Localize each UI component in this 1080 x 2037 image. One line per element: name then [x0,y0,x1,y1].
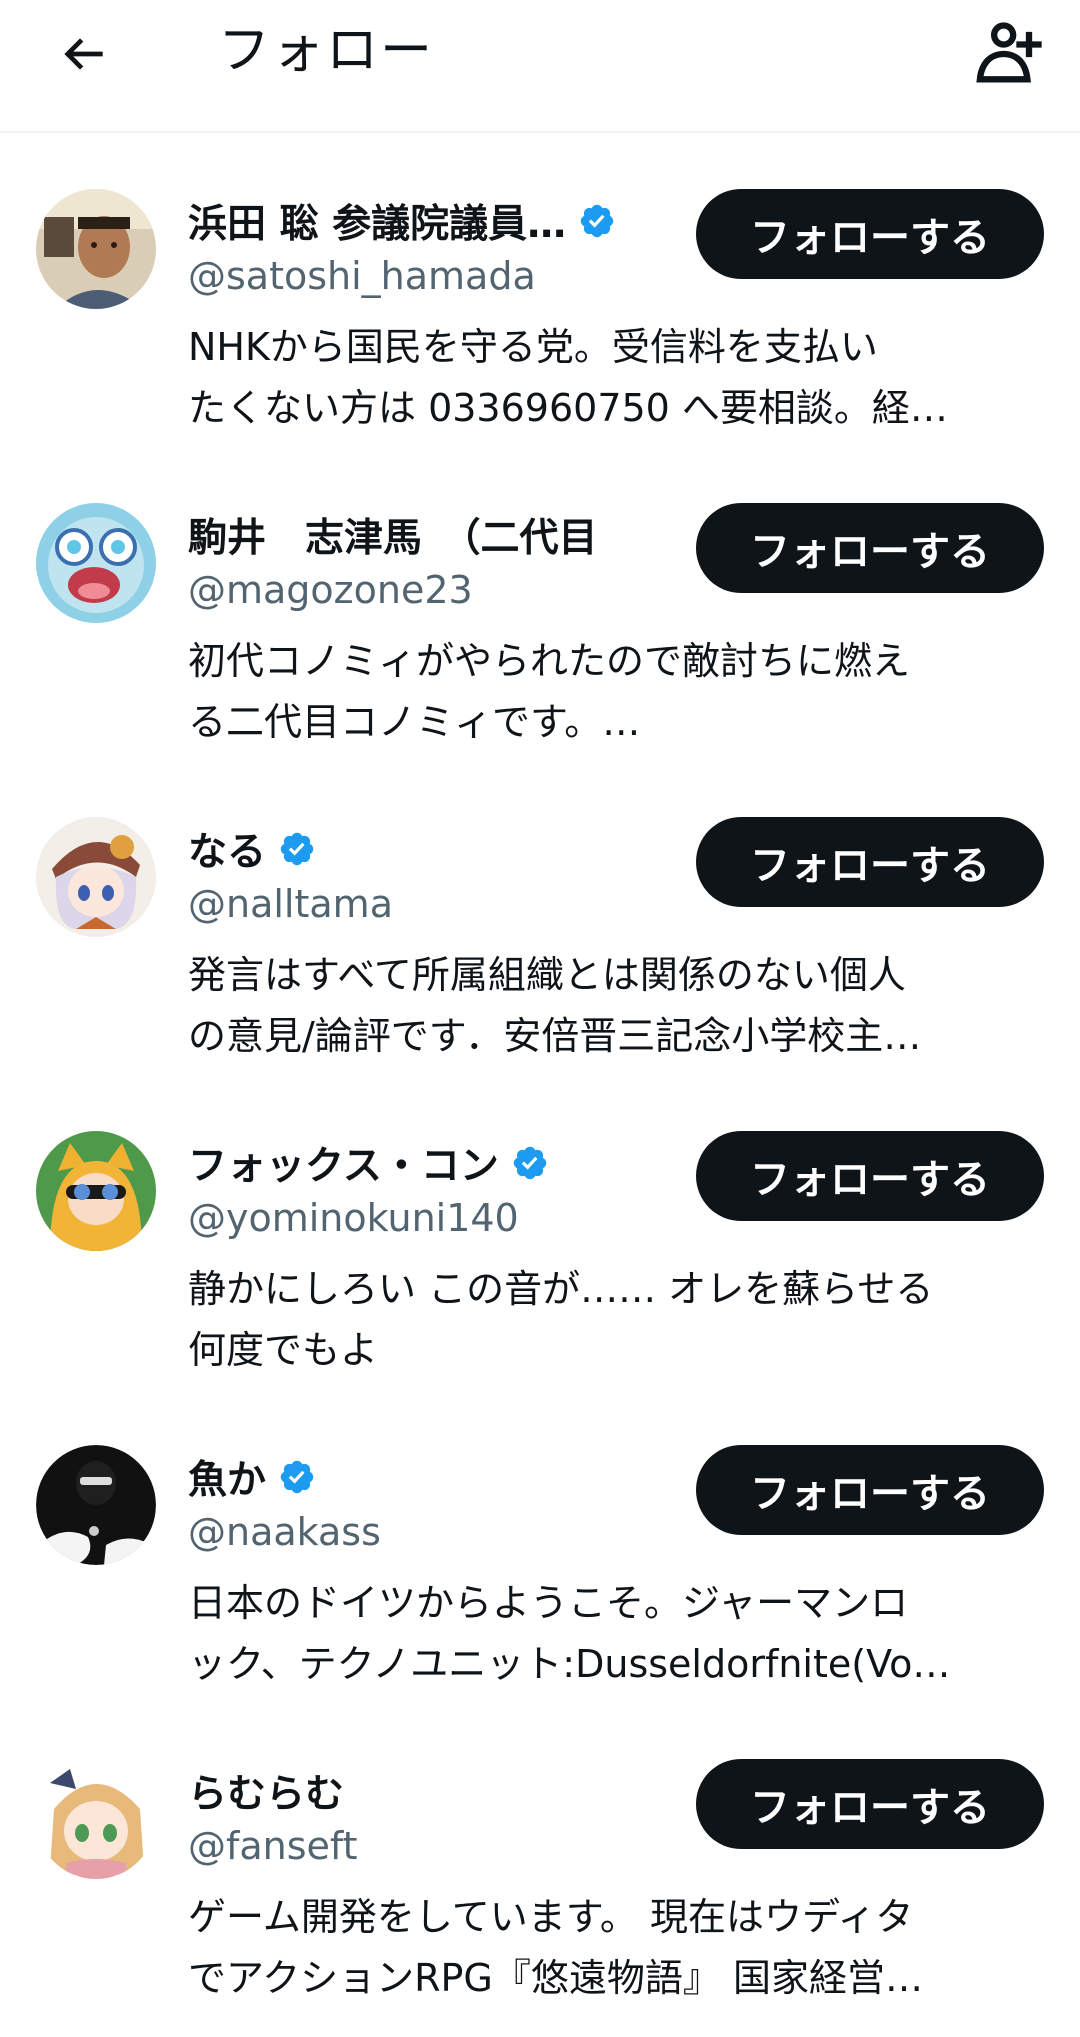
following-list: 浜田 聡 参議院議員… @satoshi_hamada NHKから国民を守る党。… [0,133,1080,2017]
verified-badge-icon [280,832,314,866]
user-bio: 発言はすべて所属組織とは関係のない個人 の意見/論評です．安倍晋三記念小学校主… [188,945,1038,1069]
user-row[interactable]: 駒井 志津馬 （二代目 @magozone23 初代コノミィがやられたので敵討ち… [0,447,1080,761]
bio-line: NHKから国民を守る党。受信料を支払い [188,325,878,369]
avatar[interactable] [36,503,156,623]
bio-line: 日本のドイツからようこそ。ジャーマンロ [188,1581,909,1625]
user-row[interactable]: らむらむ @fanseft ゲーム開発をしています。 現在はウディタ でアクショ… [0,1703,1080,2017]
bio-line: 発言はすべて所属組織とは関係のない個人 [188,953,906,997]
user-handle: @naakass [188,1510,381,1554]
user-bio: ゲーム開発をしています。 現在はウディタ でアクションRPG『悠遠物語』 国家経… [188,1887,1038,2011]
bio-line: の意見/論評です．安倍晋三記念小学校主… [188,1014,922,1058]
display-name[interactable]: フォックス・コン [188,1135,499,1191]
bio-line: たくない方は 0336960750 へ要相談。経… [188,386,948,430]
top-app-bar: フォロー [0,0,1080,133]
display-name[interactable]: 駒井 志津馬 （二代目 [188,507,598,563]
display-name[interactable]: らむらむ [188,1763,344,1819]
avatar[interactable] [36,1445,156,1565]
name-line: 浜田 聡 参議院議員… [188,195,616,247]
bio-line: る二代目コノミィです。… [188,700,641,744]
bio-line: ゲーム開発をしています。 現在はウディタ [188,1895,914,1939]
follow-button[interactable]: フォローする [696,1445,1044,1535]
page-title: フォロー [218,21,435,81]
follow-button[interactable]: フォローする [696,817,1044,907]
name-line: 駒井 志津馬 （二代目 [188,509,598,561]
back-button[interactable] [48,18,120,90]
follow-button[interactable]: フォローする [696,1759,1044,1849]
display-name[interactable]: 浜田 聡 参議院議員… [188,193,566,249]
user-row[interactable]: 魚か @naakass 日本のドイツからようこそ。ジャーマンロ ック、テクノユニ… [0,1389,1080,1703]
user-handle: @magozone23 [188,568,473,612]
avatar[interactable] [36,189,156,309]
display-name[interactable]: 魚か [188,1449,266,1505]
name-line: なる [188,823,316,875]
follow-button[interactable]: フォローする [696,1131,1044,1221]
avatar[interactable] [36,817,156,937]
user-bio: 静かにしろい この音が…… オレを蘇らせる 何度でもよ [188,1259,1038,1383]
user-handle: @nalltama [188,882,393,926]
add-user-button[interactable] [968,12,1052,96]
bio-line: ック、テクノユニット:Dusseldorfnite(Vo… [188,1642,951,1686]
bio-line: 静かにしろい この音が…… オレを蘇らせる [188,1267,934,1311]
user-handle: @yominokuni140 [188,1196,519,1240]
bio-line: 初代コノミィがやられたので敵討ちに燃え [188,639,911,683]
user-bio: 日本のドイツからようこそ。ジャーマンロ ック、テクノユニット:Dusseldor… [188,1573,1038,1697]
verified-badge-icon [580,204,614,238]
add-user-icon [976,22,1042,83]
user-row[interactable]: 浜田 聡 参議院議員… @satoshi_hamada NHKから国民を守る党。… [0,133,1080,447]
follow-button[interactable]: フォローする [696,503,1044,593]
follow-button[interactable]: フォローする [696,189,1044,279]
bio-line: 何度でもよ [188,1328,379,1372]
bio-line: でアクションRPG『悠遠物語』 国家経営… [188,1956,923,2000]
name-line: フォックス・コン [188,1137,549,1189]
arrow-left-icon [64,38,103,70]
verified-badge-icon [513,1146,547,1180]
user-row[interactable]: フォックス・コン @yominokuni140 静かにしろい この音が…… オレ… [0,1075,1080,1389]
avatar[interactable] [36,1131,156,1251]
verified-badge-icon [280,1460,314,1494]
user-bio: 初代コノミィがやられたので敵討ちに燃え る二代目コノミィです。… [188,631,1038,755]
user-row[interactable]: なる @nalltama 発言はすべて所属組織とは関係のない個人 の意見/論評で… [0,761,1080,1075]
user-handle: @satoshi_hamada [188,254,536,298]
user-bio: NHKから国民を守る党。受信料を支払い たくない方は 0336960750 へ要… [188,317,1038,441]
user-handle: @fanseft [188,1824,358,1868]
name-line: らむらむ [188,1765,344,1817]
avatar[interactable] [36,1759,156,1879]
name-line: 魚か [188,1451,316,1503]
display-name[interactable]: なる [188,821,266,877]
